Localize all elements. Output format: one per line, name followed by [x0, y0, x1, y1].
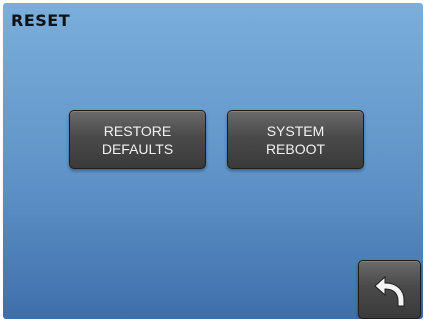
system-reboot-label-line1: SYSTEM [266, 122, 325, 139]
system-reboot-label-line2: REBOOT [265, 140, 326, 157]
back-button[interactable] [358, 260, 421, 319]
restore-defaults-button[interactable]: RESTORE DEFAULTS [69, 110, 206, 169]
reset-screen: RESET RESTORE DEFAULTS SYSTEM REBOOT [3, 3, 423, 319]
system-reboot-button[interactable]: SYSTEM REBOOT [227, 110, 364, 169]
restore-defaults-label-line1: RESTORE [103, 122, 172, 139]
restore-defaults-label-line2: DEFAULTS [101, 140, 174, 157]
back-arrow-icon [373, 271, 407, 309]
page-title: RESET [11, 11, 71, 30]
